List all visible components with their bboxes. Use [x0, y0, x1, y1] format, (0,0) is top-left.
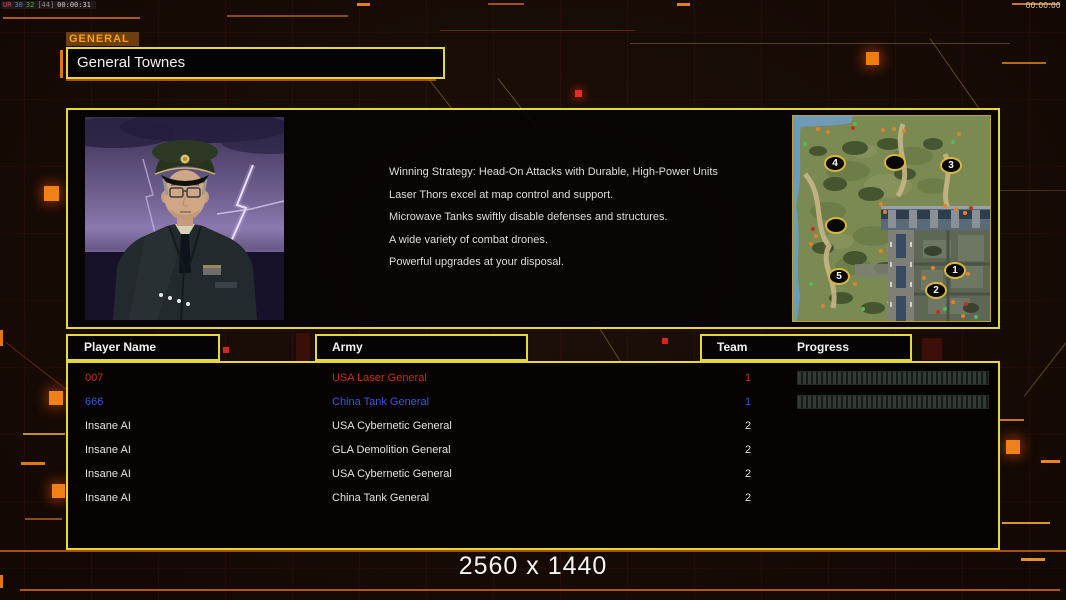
header-label: Progress [797, 340, 850, 354]
team-cell: 2 [744, 468, 752, 480]
stats-part: [44] [37, 1, 55, 9]
header-label: Army [332, 340, 363, 354]
strategy-line: A wide variety of combat drones. [389, 233, 548, 246]
deco-diagonal [1023, 321, 1066, 397]
team-cell: 1 [744, 396, 752, 408]
start-position-marker [884, 154, 906, 171]
header-label: Player Name [84, 340, 157, 354]
start-position-marker: 2 [925, 282, 947, 299]
table-row: Insane AI GLA Demolition General 2 [68, 438, 998, 462]
table-row: Insane AI USA Cybernetic General 2 [68, 414, 998, 438]
general-tab-label: GENERAL [66, 32, 139, 46]
stats-part: 32 [25, 1, 35, 9]
progress-bar [797, 371, 989, 385]
start-position-marker: 5 [828, 268, 850, 285]
match-timer: 00:00:00 [1025, 1, 1061, 10]
deco-line [677, 3, 690, 6]
deco-line [21, 462, 45, 465]
deco-block [922, 338, 942, 360]
stats-part: 30 [14, 1, 23, 9]
army-cell: GLA Demolition General [332, 444, 451, 456]
army-cell: China Tank General [332, 396, 430, 408]
deco-line [3, 17, 140, 19]
header-label: Team [717, 340, 748, 354]
header-team-progress: Team Progress [700, 334, 912, 361]
header-player-name: Player Name [66, 334, 220, 361]
team-cell: 2 [744, 492, 752, 504]
strategy-line: Powerful upgrades at your disposal. [389, 256, 564, 268]
deco-diagonal [929, 38, 983, 113]
deco-square [1006, 440, 1020, 454]
army-cell: USA Laser General [332, 372, 427, 384]
deco-line [1000, 419, 1024, 421]
deco-square [866, 52, 879, 65]
deco-diagonal [5, 342, 74, 396]
stats-part: 00:00:31 [57, 1, 91, 9]
army-cell: China Tank General [332, 492, 430, 504]
player-table: 007 USA Laser General 1 666 China Tank G… [66, 361, 1000, 550]
team-cell: 1 [744, 372, 752, 384]
table-row: 666 China Tank General 1 [68, 390, 998, 414]
deco-square [44, 186, 59, 201]
resolution-label: 2560 x 1440 [458, 552, 608, 580]
deco-line [23, 433, 65, 435]
deco-block [296, 333, 310, 361]
start-position-marker [825, 217, 847, 234]
stats-part: UR [3, 1, 12, 9]
deco-line [630, 43, 1010, 44]
general-name: General Townes [77, 54, 186, 71]
player-name-cell: 666 [85, 396, 104, 408]
team-cell: 2 [744, 444, 752, 456]
deco-square [662, 338, 668, 344]
player-name-cell: Insane AI [85, 492, 131, 504]
team-cell: 2 [744, 420, 752, 432]
deco-line [1000, 190, 1066, 191]
strategy-text: Winning Strategy: Head-On Attacks with D… [389, 167, 718, 280]
deco-square [49, 391, 63, 405]
table-row: Insane AI China Tank General 2 [68, 486, 998, 510]
deco-bar [60, 50, 63, 78]
deco-line [1002, 522, 1050, 524]
strategy-line: Winning Strategy: Head-On Attacks with D… [389, 166, 718, 178]
deco-line [488, 3, 524, 5]
player-name-cell: Insane AI [85, 420, 131, 432]
recorder-stats-overlay: UR 30 32 [44] 00:00:31 [1, 1, 96, 9]
deco-square [223, 347, 229, 353]
deco-line [1041, 460, 1060, 463]
player-name-cell: Insane AI [85, 444, 131, 456]
header-army: Army [315, 334, 528, 361]
deco-line [25, 518, 62, 520]
deco-line [440, 30, 635, 31]
loading-screen: UR 30 32 [44] 00:00:31 00:00:00 GENERAL Gene… [0, 0, 1066, 600]
table-row: 007 USA Laser General 1 [68, 366, 998, 390]
army-cell: USA Cybernetic General [332, 420, 452, 432]
progress-bar [797, 395, 989, 409]
deco-square [575, 90, 582, 97]
start-position-marker: 3 [940, 157, 962, 174]
deco-bar [0, 330, 3, 346]
player-name-cell: Insane AI [85, 468, 131, 480]
deco-line [227, 15, 348, 17]
start-position-marker: 1 [944, 262, 966, 279]
general-name-box: General Townes [66, 47, 445, 79]
deco-line [66, 79, 436, 81]
general-portrait [85, 117, 284, 320]
map-preview: 4 3 5 1 2 [792, 115, 991, 322]
deco-line [357, 3, 370, 6]
deco-line [20, 589, 1060, 591]
start-position-marker: 4 [824, 155, 846, 172]
deco-line [1002, 62, 1046, 64]
deco-square [52, 484, 65, 498]
player-name-cell: 007 [85, 372, 104, 384]
table-row: Insane AI USA Cybernetic General 2 [68, 462, 998, 486]
army-cell: USA Cybernetic General [332, 468, 452, 480]
strategy-line: Microwave Tanks swiftly disable defenses… [389, 211, 668, 223]
briefing-panel: Winning Strategy: Head-On Attacks with D… [66, 108, 1000, 329]
strategy-line: Laser Thors excel at map control and sup… [389, 188, 614, 201]
